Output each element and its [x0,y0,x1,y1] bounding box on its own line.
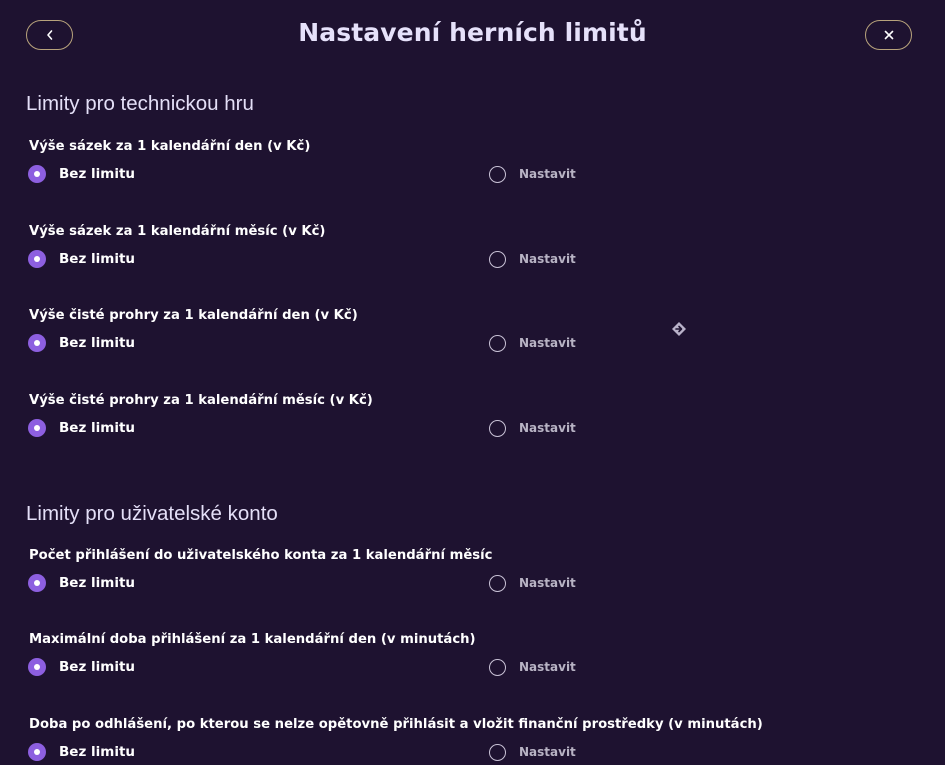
radio-set-limit[interactable]: Nastavit [489,332,576,354]
radio-label: Nastavit [519,252,576,266]
radio-set-limit[interactable]: Nastavit [489,656,576,678]
radio-unselected-icon[interactable] [489,334,506,352]
radio-set-limit[interactable]: Nastavit [489,741,576,763]
radio-unselected-icon[interactable] [489,574,506,592]
radio-selected-icon[interactable] [28,334,46,352]
limit-monthly-bets: Výše sázek za 1 kalendářní měsíc (v Kč) … [0,224,945,284]
limit-daily-login-duration: Maximální doba přihlášení za 1 kalendářn… [0,632,945,692]
limit-monthly-logins: Počet přihlášení do uživatelského konta … [0,548,945,608]
radio-label: Nastavit [519,745,576,759]
radio-label: Bez limitu [59,744,136,760]
radio-unselected-icon[interactable] [489,250,506,268]
radio-unselected-icon[interactable] [489,743,506,761]
limit-label: Výše čisté prohry za 1 kalendářní měsíc … [29,393,373,408]
radio-no-limit[interactable]: Bez limitu [28,248,135,270]
diamond-arrow-icon [672,322,686,336]
limits-settings-page: Nastavení herních limitů Limity pro tech… [0,0,945,765]
radio-selected-icon[interactable] [28,419,46,437]
radio-no-limit[interactable]: Bez limitu [28,572,135,594]
radio-selected-icon[interactable] [28,250,46,268]
limit-daily-net-loss: Výše čisté prohry za 1 kalendářní den (v… [0,308,945,368]
radio-label: Bez limitu [59,575,136,591]
radio-label: Bez limitu [59,659,136,675]
close-icon [884,30,893,40]
radio-set-limit[interactable]: Nastavit [489,417,576,439]
radio-set-limit[interactable]: Nastavit [489,163,576,185]
limit-relogin-cooldown: Doba po odhlášení, po kterou se nelze op… [0,717,945,765]
page-title: Nastavení herních limitů [298,18,647,47]
radio-unselected-icon[interactable] [489,165,506,183]
section-title-technical-game: Limity pro technickou hru [26,92,254,115]
header: Nastavení herních limitů [0,0,945,72]
radio-label: Nastavit [519,167,576,181]
radio-label: Bez limitu [59,335,136,351]
radio-no-limit[interactable]: Bez limitu [28,332,135,354]
limit-daily-bets: Výše sázek za 1 kalendářní den (v Kč) Be… [0,139,945,199]
limit-label: Maximální doba přihlášení za 1 kalendářn… [29,632,476,647]
limit-monthly-net-loss: Výše čisté prohry za 1 kalendářní měsíc … [0,393,945,453]
limit-label: Výše čisté prohry za 1 kalendářní den (v… [29,308,358,323]
limit-label: Počet přihlášení do uživatelského konta … [29,548,493,563]
section-title-user-account: Limity pro uživatelské konto [26,502,278,525]
radio-label: Nastavit [519,660,576,674]
radio-selected-icon[interactable] [28,574,46,592]
radio-set-limit[interactable]: Nastavit [489,572,576,594]
limit-label: Výše sázek za 1 kalendářní měsíc (v Kč) [29,224,326,239]
radio-selected-icon[interactable] [28,743,46,761]
radio-label: Bez limitu [59,420,136,436]
radio-label: Bez limitu [59,251,136,267]
radio-set-limit[interactable]: Nastavit [489,248,576,270]
radio-label: Nastavit [519,421,576,435]
limit-label: Doba po odhlášení, po kterou se nelze op… [29,717,763,732]
radio-label: Nastavit [519,336,576,350]
radio-unselected-icon[interactable] [489,419,506,437]
radio-no-limit[interactable]: Bez limitu [28,656,135,678]
radio-selected-icon[interactable] [28,165,46,183]
radio-label: Bez limitu [59,166,136,182]
close-button[interactable] [865,20,912,50]
radio-no-limit[interactable]: Bez limitu [28,417,135,439]
radio-unselected-icon[interactable] [489,658,506,676]
limit-label: Výše sázek za 1 kalendářní den (v Kč) [29,139,311,154]
radio-no-limit[interactable]: Bez limitu [28,741,135,763]
radio-label: Nastavit [519,576,576,590]
radio-selected-icon[interactable] [28,658,46,676]
radio-no-limit[interactable]: Bez limitu [28,163,135,185]
